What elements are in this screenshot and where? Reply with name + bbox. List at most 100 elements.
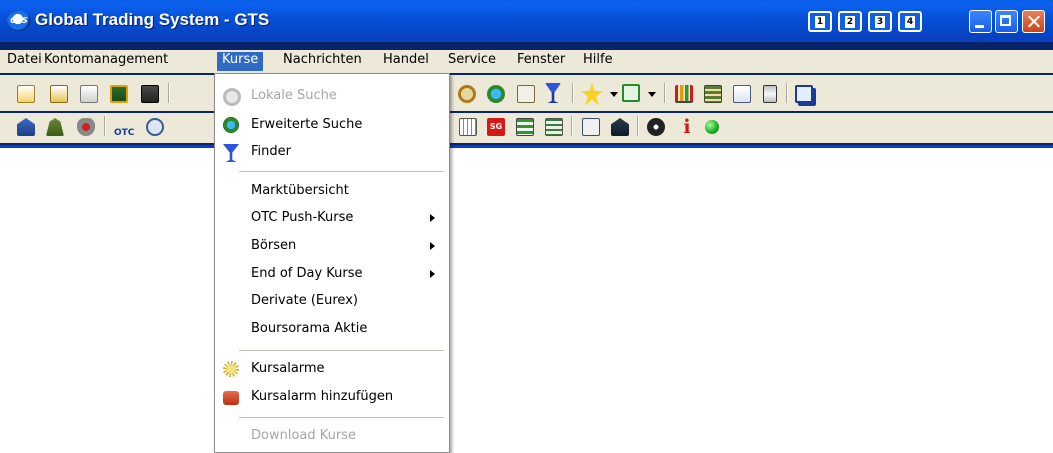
info-label: i [683,116,691,138]
workspace-label: 1 [815,16,825,28]
menu-item-boersen[interactable]: Börsen [215,235,449,257]
menu-item-label: Lokale Suche [251,88,337,103]
menu-separator [239,350,444,351]
window-icon[interactable] [141,85,159,103]
star-icon[interactable] [581,83,603,105]
add-alarm-icon [223,391,239,405]
document-icon[interactable] [733,85,751,103]
toolbar-separator [572,83,574,103]
window-stack-icon[interactable] [622,84,640,102]
bank-icon[interactable] [17,118,35,136]
menu-kontomanagement[interactable]: Kontomanagement [39,52,173,71]
secondary-toolbar: OTC SG i [0,113,1053,143]
document-icon[interactable] [80,85,98,103]
menu-handel[interactable]: Handel [378,52,434,71]
workspace-button-4[interactable]: 4 [898,11,922,32]
menu-item-kursalarm-hinzufuegen[interactable]: Kursalarm hinzufügen [215,386,449,408]
toolbar-separator [168,83,170,103]
document-search-icon[interactable] [517,85,535,103]
submenu-arrow-icon [430,270,435,278]
menu-item-label: Derivate (Eurex) [251,293,358,308]
bar-chart-icon[interactable] [675,85,693,103]
cocktail-glass-icon[interactable] [545,83,561,103]
globe-search-icon [223,117,239,133]
toolbar-separator [104,116,106,136]
search-icon [223,88,241,106]
document-icon[interactable] [50,85,68,103]
menu-item-finder[interactable]: Finder [215,141,449,163]
kurse-dropdown-menu: Lokale Suche Erweiterte Suche Finder Mar… [214,73,450,453]
toolbar-separator [664,83,666,103]
list-icon[interactable] [545,118,563,136]
chart-icon[interactable] [459,118,477,136]
globe-search-icon[interactable] [487,85,505,103]
menu-fenster[interactable]: Fenster [512,52,570,71]
main-toolbar [0,75,1053,111]
toolbar-separator [571,116,573,136]
otc-label: OTC [114,128,135,138]
menu-item-kursalarme[interactable]: Kursalarme [215,358,449,380]
menu-item-erweiterte-suche[interactable]: Erweiterte Suche [215,114,449,136]
menu-item-label: OTC Push-Kurse [251,210,354,225]
dropdown-arrow-icon[interactable] [648,92,656,97]
menu-item-derivate-eurex[interactable]: Derivate (Eurex) [215,290,449,312]
menu-kurse[interactable]: Kurse [217,52,264,71]
alarm-icon [223,361,239,377]
gts-logo-icon: GTS [7,11,31,31]
search-people-icon[interactable] [146,118,164,136]
hourglass-icon[interactable] [763,85,777,103]
menu-item-boursorama-aktie[interactable]: Boursorama Aktie [215,318,449,340]
close-button[interactable] [1022,10,1045,33]
shield-icon[interactable] [77,118,95,136]
application-window: GTS Global Trading System - GTS 1 2 3 4 … [0,0,1053,148]
bank-icon[interactable] [611,118,629,136]
menu-item-label: Marktübersicht [251,183,349,198]
workspace-button-1[interactable]: 1 [808,11,832,32]
toolbar-separator [637,116,639,136]
gear-icon[interactable] [647,118,665,136]
otc-icon[interactable]: OTC [114,117,134,139]
people-icon[interactable] [46,118,64,136]
data-icon[interactable] [582,118,600,136]
menu-service[interactable]: Service [443,52,501,71]
dropdown-arrow-icon[interactable] [610,92,618,97]
menu-item-download-kurse[interactable]: Download Kurse [215,425,449,447]
workspace-label: 4 [905,16,915,28]
menu-nachrichten[interactable]: Nachrichten [278,52,367,71]
status-light-icon [705,120,719,134]
window-title: Global Trading System - GTS [35,10,270,29]
cocktail-glass-icon [223,144,239,162]
table-icon[interactable] [704,85,722,103]
submenu-arrow-icon [430,214,435,222]
search-icon[interactable] [458,85,476,103]
title-bar[interactable]: GTS Global Trading System - GTS 1 2 3 4 [0,0,1053,42]
menu-item-label: Erweiterte Suche [251,117,363,132]
maximize-button[interactable] [995,10,1018,33]
menu-item-lokale-suche[interactable]: Lokale Suche [215,85,449,107]
menu-separator [239,171,444,172]
minimize-button[interactable] [969,10,992,33]
submenu-arrow-icon [430,242,435,250]
windows-cascade-icon[interactable] [795,85,813,103]
menu-item-marktuebersicht[interactable]: Marktübersicht [215,180,449,202]
menu-item-otc-push-kurse[interactable]: OTC Push-Kurse [215,207,449,229]
toolbar-separator [786,83,788,103]
workspace-label: 3 [875,16,885,28]
sg-icon[interactable]: SG [487,118,505,136]
document-icon[interactable] [17,85,35,103]
spreadsheet-icon[interactable] [516,118,534,136]
menu-hilfe[interactable]: Hilfe [578,52,618,71]
menu-item-end-of-day-kurse[interactable]: End of Day Kurse [215,263,449,285]
workspace-button-3[interactable]: 3 [868,11,892,32]
menu-bar: Datei Kontomanagement Kurse Nachrichten … [0,50,1053,73]
menu-item-label: Kursalarm hinzufügen [251,389,394,404]
menu-item-label: Kursalarme [251,361,325,376]
menu-separator [239,417,444,418]
workspace-button-2[interactable]: 2 [838,11,862,32]
menu-item-label: Boursorama Aktie [251,321,368,336]
info-icon[interactable]: i [678,116,696,138]
menu-item-label: Download Kurse [251,428,356,443]
menu-item-label: End of Day Kurse [251,266,363,281]
sg-label: SG [489,122,503,131]
chart-window-icon[interactable] [110,85,128,103]
